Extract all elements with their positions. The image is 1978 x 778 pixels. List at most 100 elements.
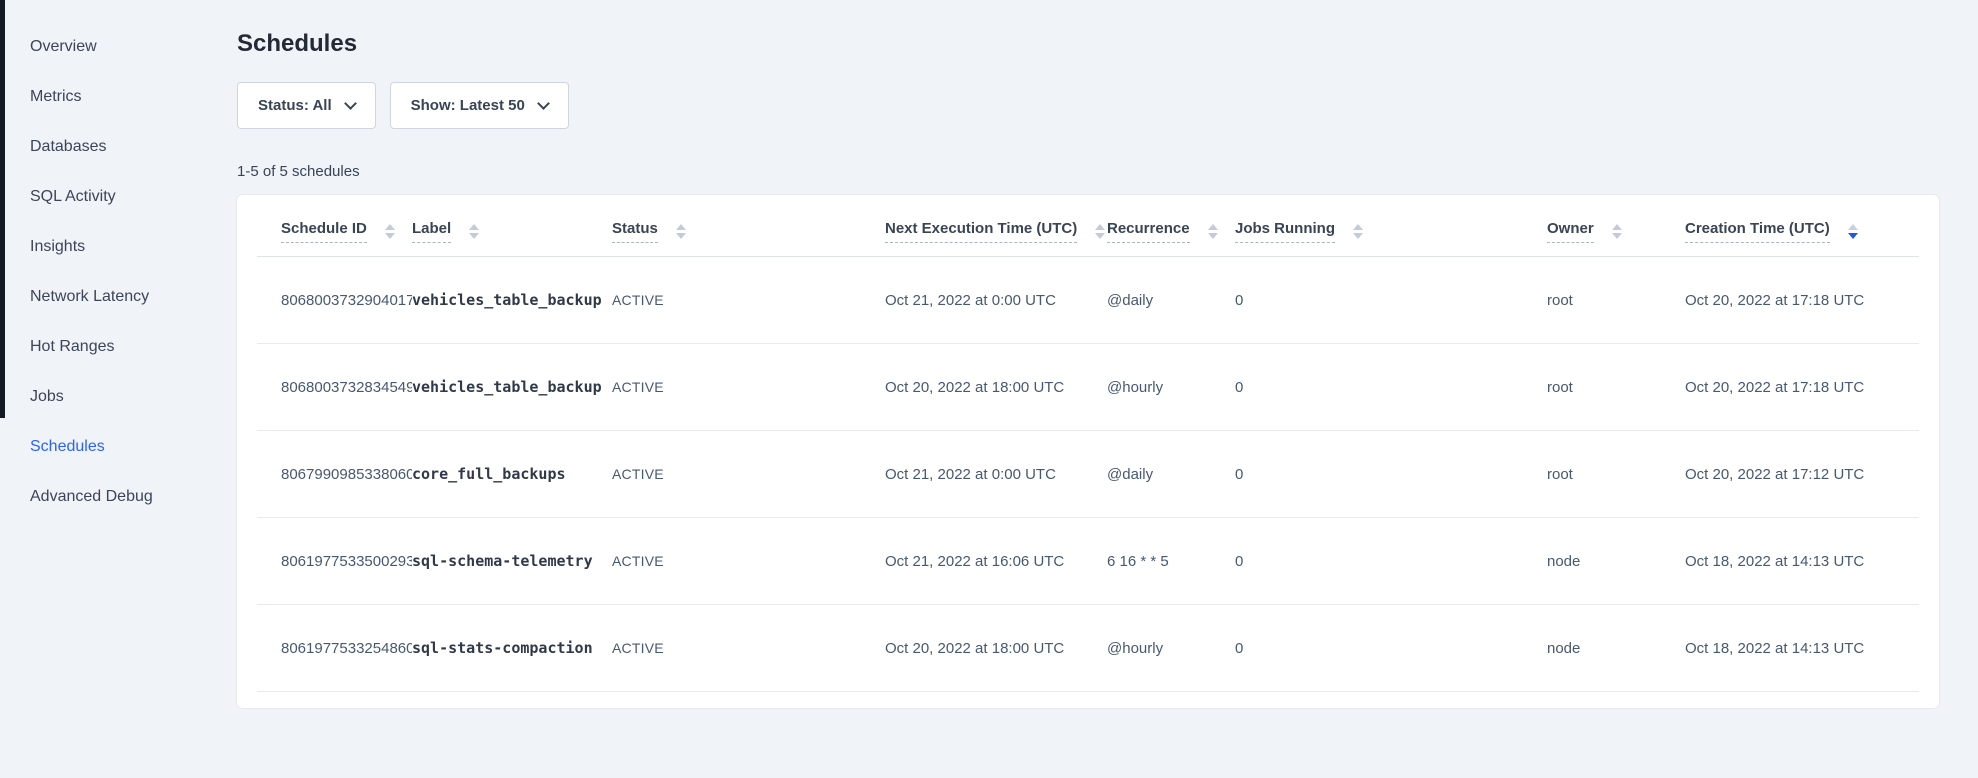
- sort-icon[interactable]: [1612, 224, 1622, 239]
- cell-creation_time: Oct 20, 2022 at 17:12 UTC: [1685, 431, 1919, 518]
- cell-next_execution: Oct 20, 2022 at 18:00 UTC: [885, 605, 1107, 692]
- sidebar-item-sql-activity[interactable]: SQL Activity: [0, 172, 237, 222]
- column-header-label: Status: [612, 220, 658, 243]
- cell-jobs_running: 0: [1235, 518, 1547, 605]
- cell-next_execution: Oct 21, 2022 at 0:00 UTC: [885, 431, 1107, 518]
- column-header-status[interactable]: Status: [612, 195, 885, 257]
- sort-desc-active-icon[interactable]: [1848, 224, 1858, 239]
- screen-edge-artifact: [0, 0, 5, 418]
- table-body: 806800373290401793vehicles_table_backupA…: [257, 257, 1919, 692]
- table-header-row: Schedule IDLabel Status Next Execution Tim…: [257, 195, 1919, 257]
- cell-creation_time: Oct 18, 2022 at 14:13 UTC: [1685, 605, 1919, 692]
- sidebar-nav: OverviewMetricsDatabasesSQL ActivityInsi…: [0, 0, 237, 778]
- cell-schedule_id: 806799098533806081: [257, 431, 412, 518]
- sort-down-triangle: [676, 233, 686, 239]
- cell-recurrence: @hourly: [1107, 605, 1235, 692]
- status-filter-dropdown[interactable]: Status: All: [237, 82, 376, 129]
- cell-status: ACTIVE: [612, 431, 885, 518]
- column-header-label: Label: [412, 220, 451, 243]
- cell-next_execution: Oct 20, 2022 at 18:00 UTC: [885, 344, 1107, 431]
- cell-label: sql-stats-compaction: [412, 605, 612, 692]
- sort-down-triangle: [385, 233, 395, 239]
- cell-recurrence: @daily: [1107, 257, 1235, 344]
- cell-owner: node: [1547, 605, 1685, 692]
- sort-down-triangle: [1353, 233, 1363, 239]
- cell-status: ACTIVE: [612, 257, 885, 344]
- filter-bar: Status: All Show: Latest 50: [237, 82, 1939, 129]
- status-filter-label: Status: All: [258, 97, 332, 114]
- sort-down-triangle: [1208, 233, 1218, 239]
- sort-icon[interactable]: [676, 224, 686, 239]
- column-header-label: Owner: [1547, 220, 1594, 243]
- sort-icon[interactable]: [1353, 224, 1363, 239]
- column-header-owner[interactable]: Owner: [1547, 195, 1685, 257]
- sort-down-triangle: [469, 233, 479, 239]
- cell-creation_time: Oct 20, 2022 at 17:18 UTC: [1685, 344, 1919, 431]
- sidebar-item-network-latency[interactable]: Network Latency: [0, 272, 237, 322]
- cell-recurrence: @daily: [1107, 431, 1235, 518]
- cell-creation_time: Oct 20, 2022 at 17:18 UTC: [1685, 257, 1919, 344]
- sort-up-triangle: [676, 224, 686, 230]
- cell-jobs_running: 0: [1235, 344, 1547, 431]
- cell-status: ACTIVE: [612, 344, 885, 431]
- table-row: 806197753350029313sql-schema-telemetryAC…: [257, 518, 1919, 605]
- sort-icon[interactable]: [469, 224, 479, 239]
- sidebar-item-hot-ranges[interactable]: Hot Ranges: [0, 322, 237, 372]
- sidebar-item-advanced-debug[interactable]: Advanced Debug: [0, 472, 237, 522]
- sort-up-triangle: [469, 224, 479, 230]
- show-filter-dropdown[interactable]: Show: Latest 50: [390, 82, 569, 129]
- sidebar-item-jobs[interactable]: Jobs: [0, 372, 237, 422]
- sort-down-triangle: [1848, 233, 1858, 239]
- sidebar-item-insights[interactable]: Insights: [0, 222, 237, 272]
- schedules-table-card: Schedule IDLabel Status Next Execution Tim…: [237, 195, 1939, 708]
- cell-label: vehicles_table_backup: [412, 344, 612, 431]
- cell-label: core_full_backups: [412, 431, 612, 518]
- sidebar-item-databases[interactable]: Databases: [0, 122, 237, 172]
- table-row: 806800373283454977vehicles_table_backupA…: [257, 344, 1919, 431]
- sort-up-triangle: [1208, 224, 1218, 230]
- table-row: 806197753325486081sql-stats-compactionAC…: [257, 605, 1919, 692]
- table-row: 806799098533806081core_full_backupsACTIV…: [257, 431, 1919, 518]
- column-header-schedule-id[interactable]: Schedule ID: [257, 195, 412, 257]
- results-count: 1-5 of 5 schedules: [237, 163, 1939, 180]
- sidebar-item-metrics[interactable]: Metrics: [0, 72, 237, 122]
- cell-owner: root: [1547, 344, 1685, 431]
- sort-down-triangle: [1095, 233, 1105, 239]
- cell-next_execution: Oct 21, 2022 at 16:06 UTC: [885, 518, 1107, 605]
- column-header-label: Jobs Running: [1235, 220, 1335, 243]
- column-header-label: Next Execution Time (UTC): [885, 220, 1077, 243]
- sort-up-triangle: [1848, 224, 1858, 230]
- chevron-down-icon: [344, 97, 357, 110]
- sort-down-triangle: [1612, 233, 1622, 239]
- cell-status: ACTIVE: [612, 518, 885, 605]
- chevron-down-icon: [537, 97, 550, 110]
- sort-up-triangle: [1095, 224, 1105, 230]
- cell-owner: node: [1547, 518, 1685, 605]
- sort-icon[interactable]: [385, 224, 395, 239]
- cell-recurrence: 6 16 * * 5: [1107, 518, 1235, 605]
- column-header-creation-time-utc[interactable]: Creation Time (UTC): [1685, 195, 1919, 257]
- cell-schedule_id: 806197753350029313: [257, 518, 412, 605]
- cell-owner: root: [1547, 431, 1685, 518]
- cell-label: sql-schema-telemetry: [412, 518, 612, 605]
- page-title: Schedules: [237, 30, 1939, 58]
- cell-next_execution: Oct 21, 2022 at 0:00 UTC: [885, 257, 1107, 344]
- sidebar-item-schedules[interactable]: Schedules: [0, 422, 237, 472]
- sort-up-triangle: [1353, 224, 1363, 230]
- column-header-next-execution-time-utc[interactable]: Next Execution Time (UTC): [885, 195, 1107, 257]
- cell-schedule_id: 806800373290401793: [257, 257, 412, 344]
- column-header-recurrence[interactable]: Recurrence: [1107, 195, 1235, 257]
- cell-jobs_running: 0: [1235, 257, 1547, 344]
- column-header-label[interactable]: Label: [412, 195, 612, 257]
- show-filter-label: Show: Latest 50: [411, 97, 525, 114]
- sort-icon[interactable]: [1208, 224, 1218, 239]
- sort-icon[interactable]: [1095, 224, 1105, 239]
- cell-schedule_id: 806800373283454977: [257, 344, 412, 431]
- cell-creation_time: Oct 18, 2022 at 14:13 UTC: [1685, 518, 1919, 605]
- cell-status: ACTIVE: [612, 605, 885, 692]
- cell-owner: root: [1547, 257, 1685, 344]
- sidebar-item-overview[interactable]: Overview: [0, 22, 237, 72]
- cell-jobs_running: 0: [1235, 431, 1547, 518]
- column-header-jobs-running[interactable]: Jobs Running: [1235, 195, 1547, 257]
- cell-label: vehicles_table_backup: [412, 257, 612, 344]
